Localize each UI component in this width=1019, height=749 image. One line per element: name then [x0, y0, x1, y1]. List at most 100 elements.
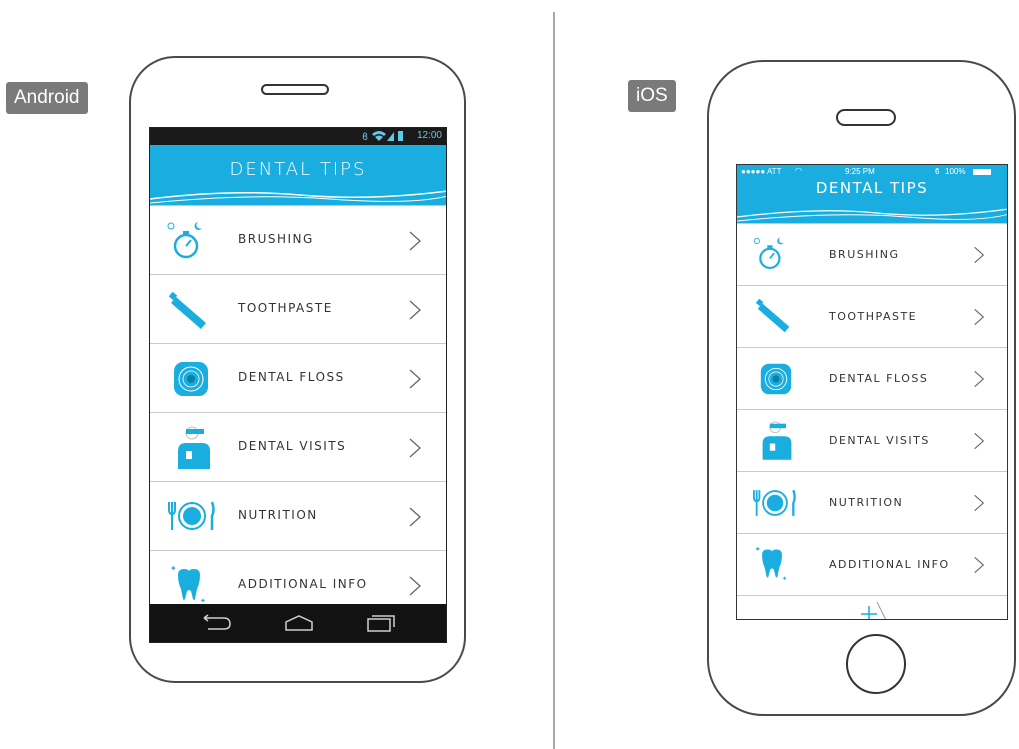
stopwatch-icon	[753, 237, 784, 269]
toothpaste-tube	[757, 303, 790, 333]
menu-item-toothpaste[interactable]: TOOTHPASTE	[150, 274, 446, 343]
stopwatch-hand	[185, 239, 192, 247]
dentist-headband	[769, 423, 786, 429]
back-arrow-path	[203, 614, 231, 630]
menu-item-label: BRUSHING	[829, 248, 900, 261]
chevron-right-icon	[409, 300, 421, 320]
signal-icon	[387, 132, 394, 141]
header-wave-decoration	[737, 208, 1007, 222]
menu-item-dental-floss[interactable]: DENTAL FLOSS	[737, 347, 1007, 409]
dental-floss-icon	[760, 363, 792, 395]
coat-pocket	[186, 451, 192, 459]
chevron-right-icon	[409, 231, 421, 251]
stopwatch-hand	[769, 252, 775, 259]
list-overflow-peek	[737, 595, 1007, 619]
chevron-path	[974, 556, 985, 574]
moon-symbol	[194, 222, 202, 230]
dentist-icon	[178, 426, 210, 469]
recent-apps-icon[interactable]	[366, 614, 396, 632]
coat-pocket	[769, 443, 776, 451]
wave-line-1	[737, 208, 1007, 218]
menu-item-label: DENTAL FLOSS	[238, 370, 345, 384]
ios-battery-percent: 100%	[945, 167, 966, 176]
back-icon[interactable]	[202, 614, 232, 632]
chevron-path	[409, 438, 421, 458]
menu-item-dental-visits[interactable]: DENTAL VISITS	[737, 409, 1007, 471]
android-screen: ϐ 12:00 DENTAL TIPS BRUSHING TOOTHPASTE …	[149, 127, 447, 643]
android-status-icons: ϐ	[362, 129, 406, 146]
menu-item-label: TOOTHPASTE	[829, 310, 918, 323]
chevron-right-icon	[974, 556, 985, 574]
menu-item-label: DENTAL VISITS	[829, 434, 930, 447]
chevron-path	[409, 300, 421, 320]
chevron-path	[974, 246, 985, 264]
ios-home-button[interactable]	[846, 634, 906, 694]
bluetooth-icon: ϐ	[935, 167, 940, 176]
android-app-title: DENTAL TIPS	[229, 159, 367, 180]
wave-line-2	[737, 214, 1007, 222]
sparkle-icon	[861, 602, 887, 619]
tooth-icon: ✦ ✦	[755, 544, 788, 582]
menu-item-label: TOOTHPASTE	[238, 301, 333, 315]
chevron-path	[974, 370, 985, 388]
center-divider	[553, 12, 555, 749]
dentist-coat	[762, 436, 792, 460]
plate-center	[766, 494, 784, 512]
menu-item-brushing[interactable]: BRUSHING	[737, 223, 1007, 285]
toothpaste-tube	[171, 297, 206, 329]
knife	[792, 489, 796, 516]
menu-item-label: DENTAL FLOSS	[829, 372, 929, 385]
chevron-path	[409, 507, 421, 527]
wave-line-2	[150, 195, 446, 204]
chevron-right-icon	[409, 438, 421, 458]
menu-item-label: DENTAL VISITS	[238, 439, 347, 453]
chevron-right-icon	[974, 432, 985, 450]
toothpaste-icon	[168, 291, 206, 329]
battery-icon	[973, 169, 991, 175]
status-icons-svg: ϐ	[362, 131, 403, 143]
chevron-right-icon	[409, 507, 421, 527]
ios-app-header: ●●●●● ATT ◠ 9:25 PM ϐ 100% DENTAL TIPS	[737, 165, 1007, 223]
sun-symbol	[753, 237, 760, 244]
chevron-path	[974, 432, 985, 450]
recent-front-rect	[367, 618, 391, 632]
menu-item-nutrition[interactable]: NUTRITION	[737, 471, 1007, 533]
chevron-path	[974, 494, 985, 512]
stopwatch-crown	[183, 231, 189, 234]
home-shape-path	[285, 615, 313, 631]
tooth-shape	[178, 569, 200, 600]
android-platform-label: Android	[6, 82, 88, 114]
android-app-header: DENTAL TIPS	[150, 145, 446, 205]
android-nav-bar	[150, 604, 446, 642]
home-icon[interactable]	[284, 614, 314, 632]
menu-item-label: ADDITIONAL INFO	[829, 558, 950, 571]
menu-item-toothpaste[interactable]: TOOTHPASTE	[737, 285, 1007, 347]
menu-item-nutrition[interactable]: NUTRITION	[150, 481, 446, 550]
battery-icon	[398, 131, 403, 141]
toothpaste-icon	[755, 298, 790, 333]
menu-item-dental-floss[interactable]: DENTAL FLOSS	[150, 343, 446, 412]
dental-floss-icon	[174, 362, 208, 396]
chevron-path	[409, 369, 421, 389]
tooth-shape	[762, 549, 782, 578]
chevron-right-icon	[409, 369, 421, 389]
fork	[753, 490, 761, 516]
dentist-icon	[762, 421, 792, 460]
chevron-path	[974, 308, 985, 326]
dentist-coat	[178, 443, 210, 469]
floss-center	[187, 375, 195, 383]
tooth-icon: ✦ ✦	[170, 564, 206, 605]
android-clock: 12:00	[416, 130, 442, 141]
sparkle-top: ✦	[170, 564, 177, 573]
wave-line-1	[150, 190, 446, 200]
moon-symbol	[777, 237, 784, 245]
menu-item-additional-info[interactable]: ✦ ✦ ADDITIONAL INFO	[737, 533, 1007, 595]
menu-item-dental-visits[interactable]: DENTAL VISITS	[150, 412, 446, 481]
wifi-icon	[372, 131, 386, 141]
bluetooth-icon: ϐ	[362, 132, 370, 143]
sparkle-cross	[861, 606, 877, 619]
plate-cutlery-icon	[753, 489, 796, 516]
menu-item-brushing[interactable]: BRUSHING	[150, 205, 446, 274]
android-speaker	[261, 84, 329, 95]
knife	[210, 501, 215, 530]
